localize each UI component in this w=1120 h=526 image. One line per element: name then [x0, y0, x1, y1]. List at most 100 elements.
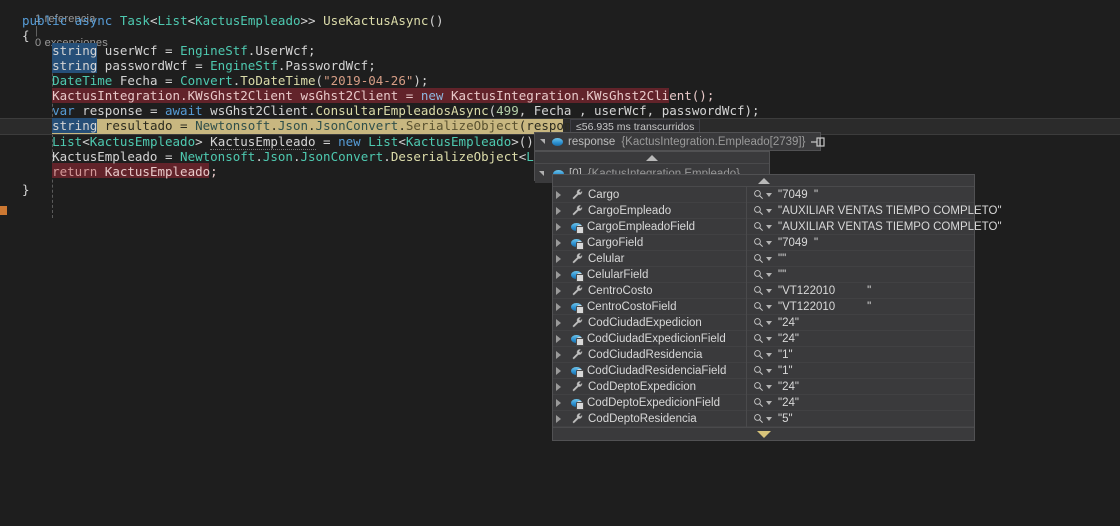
member-row[interactable]: CargoField "7049 " — [553, 234, 974, 251]
member-name: Cargo — [588, 188, 620, 201]
member-value: "VT122010 " — [778, 284, 872, 297]
property-wrench-icon — [572, 317, 583, 328]
row-expander-icon[interactable] — [553, 267, 569, 283]
members-scroll-down[interactable] — [553, 427, 974, 439]
member-name: CodCiudadExpedicion — [588, 316, 702, 329]
chevron-down-icon[interactable] — [766, 272, 772, 277]
property-wrench-icon — [572, 285, 583, 296]
chevron-down-icon[interactable] — [766, 336, 772, 341]
members-list[interactable]: Cargo "7049 " CargoEmpleado "AUXILIAR VENTA… — [553, 186, 1002, 427]
search-magnifier-icon[interactable] — [753, 189, 764, 200]
row-expander-icon[interactable] — [553, 315, 569, 331]
chevron-down-icon[interactable] — [766, 192, 772, 197]
chevron-down-icon[interactable] — [766, 352, 772, 357]
member-row[interactable]: CodCiudadExpedicion "24" — [553, 314, 974, 331]
search-magnifier-icon[interactable] — [753, 221, 764, 232]
row-expander-icon[interactable] — [553, 395, 569, 411]
search-magnifier-icon[interactable] — [753, 349, 764, 360]
datatip-expander-icon[interactable] — [538, 136, 549, 147]
search-magnifier-icon[interactable] — [753, 317, 764, 328]
row-expander-icon[interactable] — [553, 187, 569, 203]
chevron-down-icon[interactable] — [766, 416, 772, 421]
search-magnifier-icon[interactable] — [753, 285, 764, 296]
chevron-down-icon[interactable] — [766, 224, 772, 229]
search-magnifier-icon[interactable] — [753, 397, 764, 408]
chevron-down-icon[interactable] — [766, 400, 772, 405]
member-value: "" — [778, 252, 787, 265]
member-value: "5" — [778, 412, 793, 425]
search-magnifier-icon[interactable] — [753, 253, 764, 264]
member-value-cell: "7049 " — [747, 189, 974, 201]
property-wrench-icon — [572, 205, 583, 216]
code-line-7[interactable]: var response = await wsGhst2Client.Consu… — [0, 103, 1120, 118]
property-wrench-icon — [572, 381, 583, 392]
search-magnifier-icon[interactable] — [753, 237, 764, 248]
chevron-down-icon[interactable] — [766, 320, 772, 325]
scroll-up-arrow-icon[interactable] — [757, 178, 770, 184]
row-expander-icon[interactable] — [553, 411, 569, 427]
unpin-icon[interactable] — [811, 136, 826, 148]
row-expander-icon[interactable] — [553, 363, 569, 379]
datatip-scroll-up[interactable] — [535, 152, 769, 164]
member-row[interactable]: CodCiudadResidencia "1" — [553, 346, 974, 363]
scroll-down-arrow-icon[interactable] — [756, 431, 771, 438]
element-expander-icon[interactable] — [535, 166, 551, 182]
chevron-down-icon[interactable] — [766, 240, 772, 245]
member-row[interactable]: Cargo "7049 " — [553, 186, 974, 203]
member-row[interactable]: CodDeptoResidencia "5" — [553, 410, 974, 427]
member-row[interactable]: CodCiudadResidenciaField "1" — [553, 362, 974, 379]
chevron-down-icon[interactable] — [766, 384, 772, 389]
search-magnifier-icon[interactable] — [753, 381, 764, 392]
code-line-3[interactable]: string userWcf = EngineStf.UserWcf; — [0, 43, 1120, 58]
member-row[interactable]: CodDeptoExpedicion "24" — [553, 378, 974, 395]
chevron-down-icon[interactable] — [766, 304, 772, 309]
search-magnifier-icon[interactable] — [753, 365, 764, 376]
search-magnifier-icon[interactable] — [753, 269, 764, 280]
search-magnifier-icon[interactable] — [753, 205, 764, 216]
code-line-5[interactable]: DateTime Fecha = Convert.ToDateTime("201… — [0, 73, 1120, 88]
row-expander-icon[interactable] — [553, 299, 569, 315]
members-scroll-up[interactable] — [553, 175, 974, 187]
member-value-cell: "VT122010 " — [747, 301, 974, 313]
row-expander-icon[interactable] — [553, 203, 569, 219]
private-field-icon — [571, 333, 584, 346]
row-expander-icon[interactable] — [553, 219, 569, 235]
code-line-4[interactable]: string passwordWcf = EngineStf.PasswordW… — [0, 58, 1120, 73]
code-line-8[interactable]: string resultado = Newtonsoft.Json.JsonC… — [0, 118, 1120, 133]
search-magnifier-icon[interactable] — [753, 413, 764, 424]
chevron-down-icon[interactable] — [766, 256, 772, 261]
member-value: "7049 " — [778, 236, 819, 249]
member-row[interactable]: CentroCosto "VT122010 " — [553, 282, 974, 299]
search-magnifier-icon[interactable] — [753, 333, 764, 344]
code-line-6[interactable]: KactusIntegration.KWsGhst2Client wsGhst2… — [0, 88, 1120, 103]
chevron-down-icon[interactable] — [766, 208, 772, 213]
row-expander-icon[interactable] — [553, 379, 569, 395]
member-name: CodDeptoResidencia — [588, 412, 697, 425]
member-row[interactable]: CodDeptoExpedicionField "24" — [553, 394, 974, 411]
member-value: "AUXILIAR VENTAS TIEMPO COMPLETO" — [778, 220, 1002, 233]
row-expander-icon[interactable] — [553, 235, 569, 251]
chevron-down-icon[interactable] — [766, 288, 772, 293]
code-line-2[interactable]: { — [0, 28, 1120, 43]
member-row[interactable]: CelularField "" — [553, 266, 974, 283]
member-row[interactable]: CargoEmpleado "AUXILIAR VENTAS TIEMPO COM… — [553, 202, 1002, 219]
search-magnifier-icon[interactable] — [753, 301, 764, 312]
chevron-down-icon[interactable] — [766, 368, 772, 373]
member-name-cell: CelularField — [569, 266, 747, 283]
member-value-cell: "5" — [747, 413, 974, 425]
member-row[interactable]: CentroCostoField "VT122010 " — [553, 298, 974, 315]
row-expander-icon[interactable] — [553, 331, 569, 347]
datatip-members-panel[interactable]: Cargo "7049 " CargoEmpleado "AUXILIAR VENTA… — [552, 174, 1002, 441]
row-expander-icon[interactable] — [553, 347, 569, 363]
row-expander-icon[interactable] — [553, 283, 569, 299]
private-field-icon — [571, 269, 584, 282]
member-row[interactable]: Celular "" — [553, 250, 974, 267]
code-line-1[interactable]: public async Task<List<KactusEmpleado>> … — [0, 13, 1120, 28]
member-value-cell: "1" — [747, 349, 974, 361]
datatip-header[interactable]: response {KactusIntegration.Empleado[273… — [534, 132, 826, 151]
member-row[interactable]: CodCiudadExpedicionField "24" — [553, 330, 974, 347]
scroll-up-arrow-icon[interactable] — [646, 155, 658, 161]
property-wrench-icon — [572, 253, 583, 264]
member-row[interactable]: CargoEmpleadoField "AUXILIAR VENTAS TIEMP… — [553, 218, 1002, 235]
row-expander-icon[interactable] — [553, 251, 569, 267]
